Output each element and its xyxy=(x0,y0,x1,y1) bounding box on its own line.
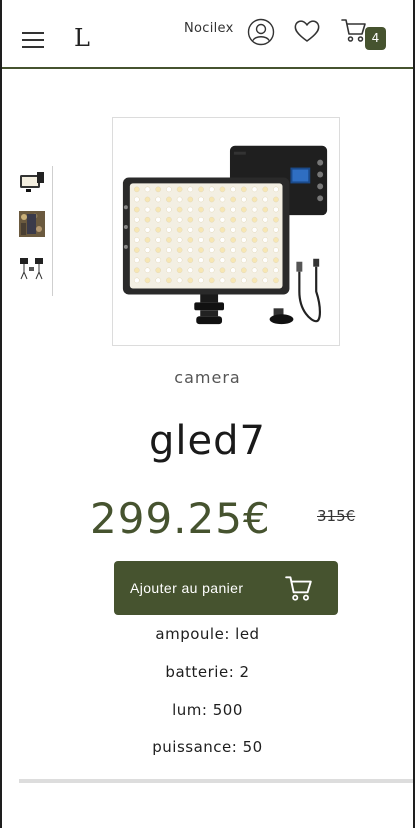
product-image[interactable] xyxy=(112,117,340,346)
page: L Nocilex 4 camera gled7 299.25€ 315€ Aj… xyxy=(0,0,415,828)
header: L Nocilex 4 xyxy=(2,0,413,69)
add-to-cart-label: Ajouter au panier xyxy=(130,580,244,596)
product-old-price: 315€ xyxy=(317,507,356,525)
thumbnail-tripod-lights[interactable] xyxy=(19,255,45,281)
cart-icon xyxy=(285,576,312,601)
divider xyxy=(19,779,413,783)
spec-lumens: lum: 500 xyxy=(172,701,243,719)
add-to-cart-button[interactable]: Ajouter au panier xyxy=(114,561,338,615)
thumbnail-led-panel[interactable] xyxy=(19,170,45,196)
heart-icon[interactable] xyxy=(293,18,321,44)
thumbnail-bokeh[interactable] xyxy=(19,211,45,237)
spec-battery: batterie: 2 xyxy=(165,663,250,681)
menu-icon[interactable] xyxy=(22,32,44,48)
spec-bulb: ampoule: led xyxy=(155,625,260,643)
thumbnail-list xyxy=(17,166,53,296)
product-price: 299.25€ xyxy=(90,494,271,543)
spec-power: puissance: 50 xyxy=(152,738,263,756)
username[interactable]: Nocilex xyxy=(184,21,234,36)
cart-icon[interactable] xyxy=(340,16,368,44)
logo[interactable]: L xyxy=(74,24,90,52)
user-icon[interactable] xyxy=(247,18,275,46)
product-category[interactable]: camera xyxy=(2,368,413,387)
product-title: gled7 xyxy=(149,418,266,464)
cart-count-badge[interactable]: 4 xyxy=(365,27,386,50)
